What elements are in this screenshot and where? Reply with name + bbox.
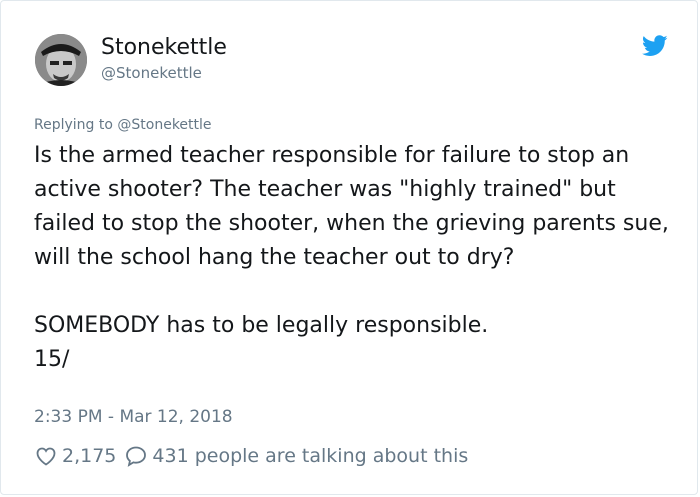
twitter-bird-icon[interactable]: [642, 35, 668, 57]
user-handle[interactable]: @Stonekettle: [101, 63, 202, 83]
replying-to: Replying to @Stonekettle: [34, 116, 212, 134]
tweet-actions: 2,175 431 people are talking about this: [34, 442, 468, 470]
avatar-image: [35, 34, 87, 86]
like-count[interactable]: 2,175: [62, 445, 116, 467]
replying-label: Replying to: [34, 117, 113, 133]
talking-about-link[interactable]: 431 people are talking about this: [152, 445, 468, 467]
tweet-timestamp[interactable]: 2:33 PM - Mar 12, 2018: [34, 405, 233, 429]
replying-mention-link[interactable]: @Stonekettle: [117, 117, 211, 133]
avatar[interactable]: [35, 34, 87, 86]
heart-icon[interactable]: [34, 444, 58, 468]
speech-bubble-icon[interactable]: [124, 444, 148, 468]
display-name[interactable]: Stonekettle: [101, 35, 227, 61]
tweet-text: Is the armed teacher responsible for fai…: [34, 143, 669, 372]
tweet-card: Stonekettle @Stonekettle Replying to @St…: [0, 0, 698, 495]
